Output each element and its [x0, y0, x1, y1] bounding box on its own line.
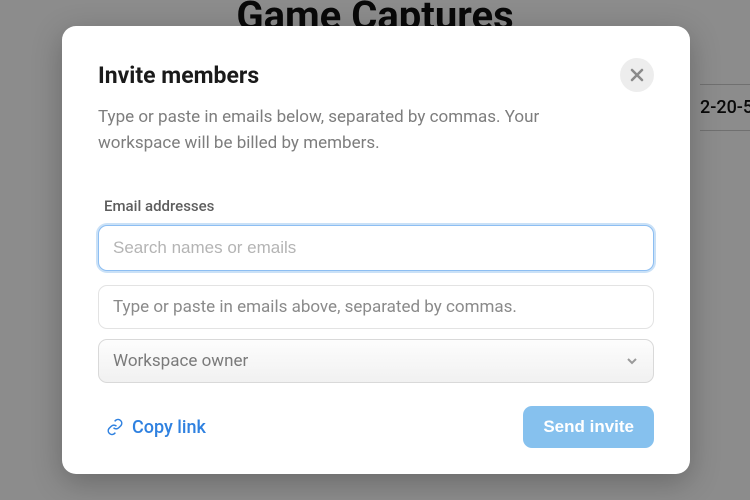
- role-select[interactable]: Workspace owner: [98, 339, 654, 383]
- close-button[interactable]: [620, 58, 654, 92]
- modal-title: Invite members: [98, 62, 259, 89]
- email-input[interactable]: [98, 225, 654, 271]
- role-selected-label: Workspace owner: [113, 351, 248, 371]
- link-icon: [106, 418, 124, 436]
- email-hint: Type or paste in emails above, separated…: [98, 285, 654, 329]
- email-hint-text: Type or paste in emails above, separated…: [113, 297, 517, 317]
- modal-subtitle: Type or paste in emails below, separated…: [98, 104, 618, 157]
- send-invite-label: Send invite: [543, 417, 634, 436]
- chevron-down-icon: [625, 354, 639, 368]
- copy-link-button[interactable]: Copy link: [98, 417, 206, 438]
- invite-members-modal: Invite members Type or paste in emails b…: [62, 26, 690, 474]
- close-icon: [630, 68, 644, 82]
- modal-header: Invite members: [98, 62, 654, 92]
- copy-link-label: Copy link: [132, 417, 206, 438]
- email-field-label: Email addresses: [98, 197, 654, 215]
- send-invite-button[interactable]: Send invite: [523, 406, 654, 448]
- modal-footer: Copy link Send invite: [98, 386, 654, 448]
